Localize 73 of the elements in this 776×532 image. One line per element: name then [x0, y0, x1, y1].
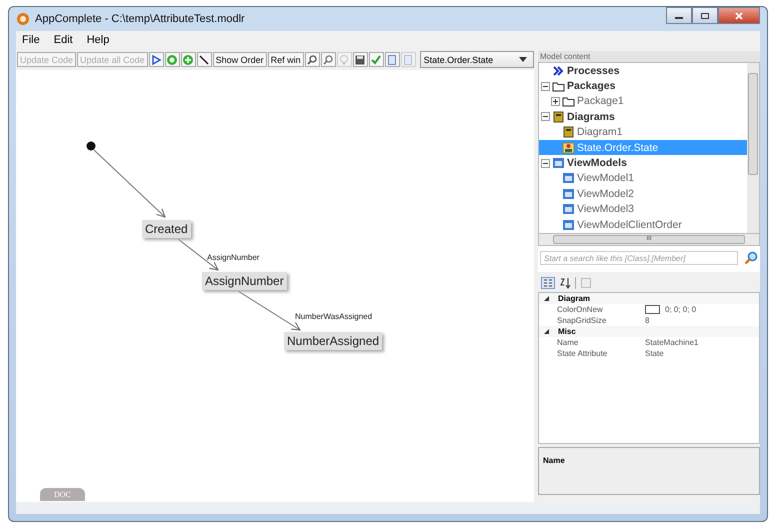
- state-diagram-icon: [562, 142, 575, 154]
- property-value[interactable]: State: [645, 349, 664, 358]
- category-label: Diagram: [558, 294, 590, 303]
- menu-item[interactable]: Edit: [54, 34, 73, 46]
- property-name: Name: [557, 338, 580, 347]
- property-value[interactable]: StateMachine1: [645, 338, 698, 347]
- app-icon: [16, 12, 30, 26]
- folder-icon: [552, 80, 565, 92]
- zoom-out-icon[interactable]: [320, 52, 336, 67]
- property-name: SnapGridSize: [557, 316, 608, 325]
- diagram-icon: [562, 126, 575, 138]
- description-title: Name: [543, 456, 565, 465]
- collapse-icon[interactable]: [541, 112, 550, 122]
- zoom-in-icon[interactable]: [304, 52, 320, 67]
- initial-state-dot: [86, 142, 96, 150]
- collapse-icon[interactable]: [543, 328, 550, 335]
- caret-icon: [519, 57, 527, 62]
- property-name: State Attribute: [557, 349, 608, 358]
- search-field[interactable]: Start a search like this [Class].[Member]: [540, 251, 738, 265]
- grid-icon: [562, 203, 575, 216]
- diagram-dropdown[interactable]: State.Order.State: [420, 51, 534, 68]
- tree-item[interactable]: ViewModelClientOrder: [539, 216, 747, 232]
- tree-item[interactable]: Diagrams: [539, 109, 747, 125]
- search-icon[interactable]: [744, 251, 758, 265]
- collapse-icon[interactable]: [541, 82, 550, 91]
- diagram-icon: [552, 110, 565, 123]
- menu-item[interactable]: Help: [86, 34, 110, 46]
- categorized-icon[interactable]: [541, 277, 555, 289]
- grid-icon: [562, 218, 575, 231]
- tree-item[interactable]: Package1: [539, 94, 747, 110]
- grid-icon: [552, 157, 565, 170]
- check-icon[interactable]: [368, 52, 384, 67]
- tree-item[interactable]: ViewModel2: [539, 186, 747, 202]
- maximize-button[interactable]: [692, 7, 718, 24]
- close-icon: [734, 12, 744, 20]
- tree-item[interactable]: Processes: [539, 63, 747, 78]
- property-name: ColorOnNew: [557, 305, 604, 314]
- tree-item[interactable]: Diagram1: [539, 124, 747, 140]
- folder-icon: [562, 95, 575, 108]
- menu-item[interactable]: File: [22, 34, 40, 46]
- tree-item[interactable]: ViewModel1: [539, 170, 747, 186]
- tree-item[interactable]: Packages: [539, 78, 747, 94]
- close-button[interactable]: [718, 7, 760, 24]
- transition-label: NumberWasAssigned: [295, 312, 372, 321]
- property-value[interactable]: 0; 0; 0; 0: [665, 305, 696, 314]
- grid-icon: [562, 172, 575, 184]
- sort-icon[interactable]: [559, 277, 571, 289]
- property-value[interactable]: 8: [645, 316, 650, 325]
- panel-title: Model content: [538, 51, 760, 62]
- chevron-icon: [552, 64, 565, 77]
- circle-icon[interactable]: [164, 52, 180, 67]
- state-node[interactable]: Created: [142, 220, 191, 238]
- line-icon[interactable]: [196, 52, 212, 67]
- window-title: AppComplete - C:\temp\AttributeTest.modlr: [35, 13, 245, 25]
- state-node[interactable]: NumberAssigned: [284, 332, 382, 350]
- transition-label: AssignNumber: [207, 253, 260, 262]
- category-label: Misc: [558, 327, 576, 336]
- toolbar-button[interactable]: Ref win: [268, 52, 304, 67]
- minimize-button[interactable]: [666, 7, 692, 24]
- collapse-icon[interactable]: [541, 158, 550, 168]
- save-icon[interactable]: [352, 52, 368, 67]
- scrollbar[interactable]: [747, 63, 759, 233]
- state-node[interactable]: AssignNumber: [202, 272, 287, 290]
- pointer-icon[interactable]: [148, 52, 164, 67]
- collapse-icon[interactable]: [543, 295, 550, 302]
- tree-item[interactable]: ViewModel3: [539, 202, 747, 217]
- expand-icon[interactable]: [551, 96, 560, 106]
- grid-icon: [562, 188, 575, 200]
- transition-arrow: [94, 150, 166, 218]
- toolbar-button[interactable]: Show Order: [212, 52, 267, 67]
- page-icon[interactable]: [384, 52, 400, 67]
- maximize-icon: [700, 12, 710, 20]
- tree-item[interactable]: ViewModels: [539, 155, 747, 171]
